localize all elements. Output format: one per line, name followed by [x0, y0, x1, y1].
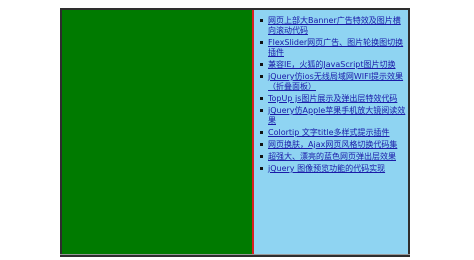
list-item: 兼容IE，火狐的JavaScript图片切换	[260, 60, 406, 72]
list-item: Colortip 文字title多样式提示插件	[260, 128, 406, 140]
list-item-link[interactable]: TopUp js图片展示及弹出层特效代码	[268, 94, 397, 103]
bottom-divider	[60, 254, 410, 255]
content-frame: 网页上部大Banner广告特效及图片横向滚动代码 FlexSlider网页广告、图…	[60, 8, 410, 257]
list-item-link[interactable]: FlexSlider网页广告、图片轮换图切换插件	[268, 38, 403, 57]
list-item: jQuery仿ios无线局域网WIFI提示效果（折叠面板）	[260, 72, 406, 94]
list-item-link[interactable]: 网页上部大Banner广告特效及图片横向滚动代码	[268, 16, 401, 35]
list-item-link[interactable]: Colortip 文字title多样式提示插件	[268, 128, 390, 137]
list-item-link[interactable]: 网页换肤，Ajax网页风格切换代码集	[268, 140, 397, 149]
right-column: 网页上部大Banner广告特效及图片横向滚动代码 FlexSlider网页广告、图…	[254, 10, 408, 255]
list-item: jQuery 图像预览功能的代码实现	[260, 164, 406, 176]
list-item-link[interactable]: 超强大、漂亮的蓝色网页弹出层效果	[268, 152, 396, 161]
right-link-list: 网页上部大Banner广告特效及图片横向滚动代码 FlexSlider网页广告、图…	[254, 10, 408, 176]
list-item: 网页换肤，Ajax网页风格切换代码集	[260, 140, 406, 152]
list-item: FlexSlider网页广告、图片轮换图切换插件	[260, 38, 406, 60]
list-item: TopUp js图片展示及弹出层特效代码	[260, 94, 406, 106]
list-item: jQuery仿Apple苹果手机放大镜阅读效果	[260, 106, 406, 128]
left-link-list	[62, 10, 252, 16]
list-item-link[interactable]: jQuery 图像预览功能的代码实现	[268, 164, 385, 173]
list-item: 超强大、漂亮的蓝色网页弹出层效果	[260, 152, 406, 164]
list-item-link[interactable]: jQuery仿Apple苹果手机放大镜阅读效果	[268, 106, 405, 125]
left-column	[62, 10, 254, 255]
list-item: 网页上部大Banner广告特效及图片横向滚动代码	[260, 16, 406, 38]
list-item-link[interactable]: 兼容IE，火狐的JavaScript图片切换	[268, 60, 396, 69]
list-item-link[interactable]: jQuery仿ios无线局域网WIFI提示效果（折叠面板）	[268, 72, 403, 91]
